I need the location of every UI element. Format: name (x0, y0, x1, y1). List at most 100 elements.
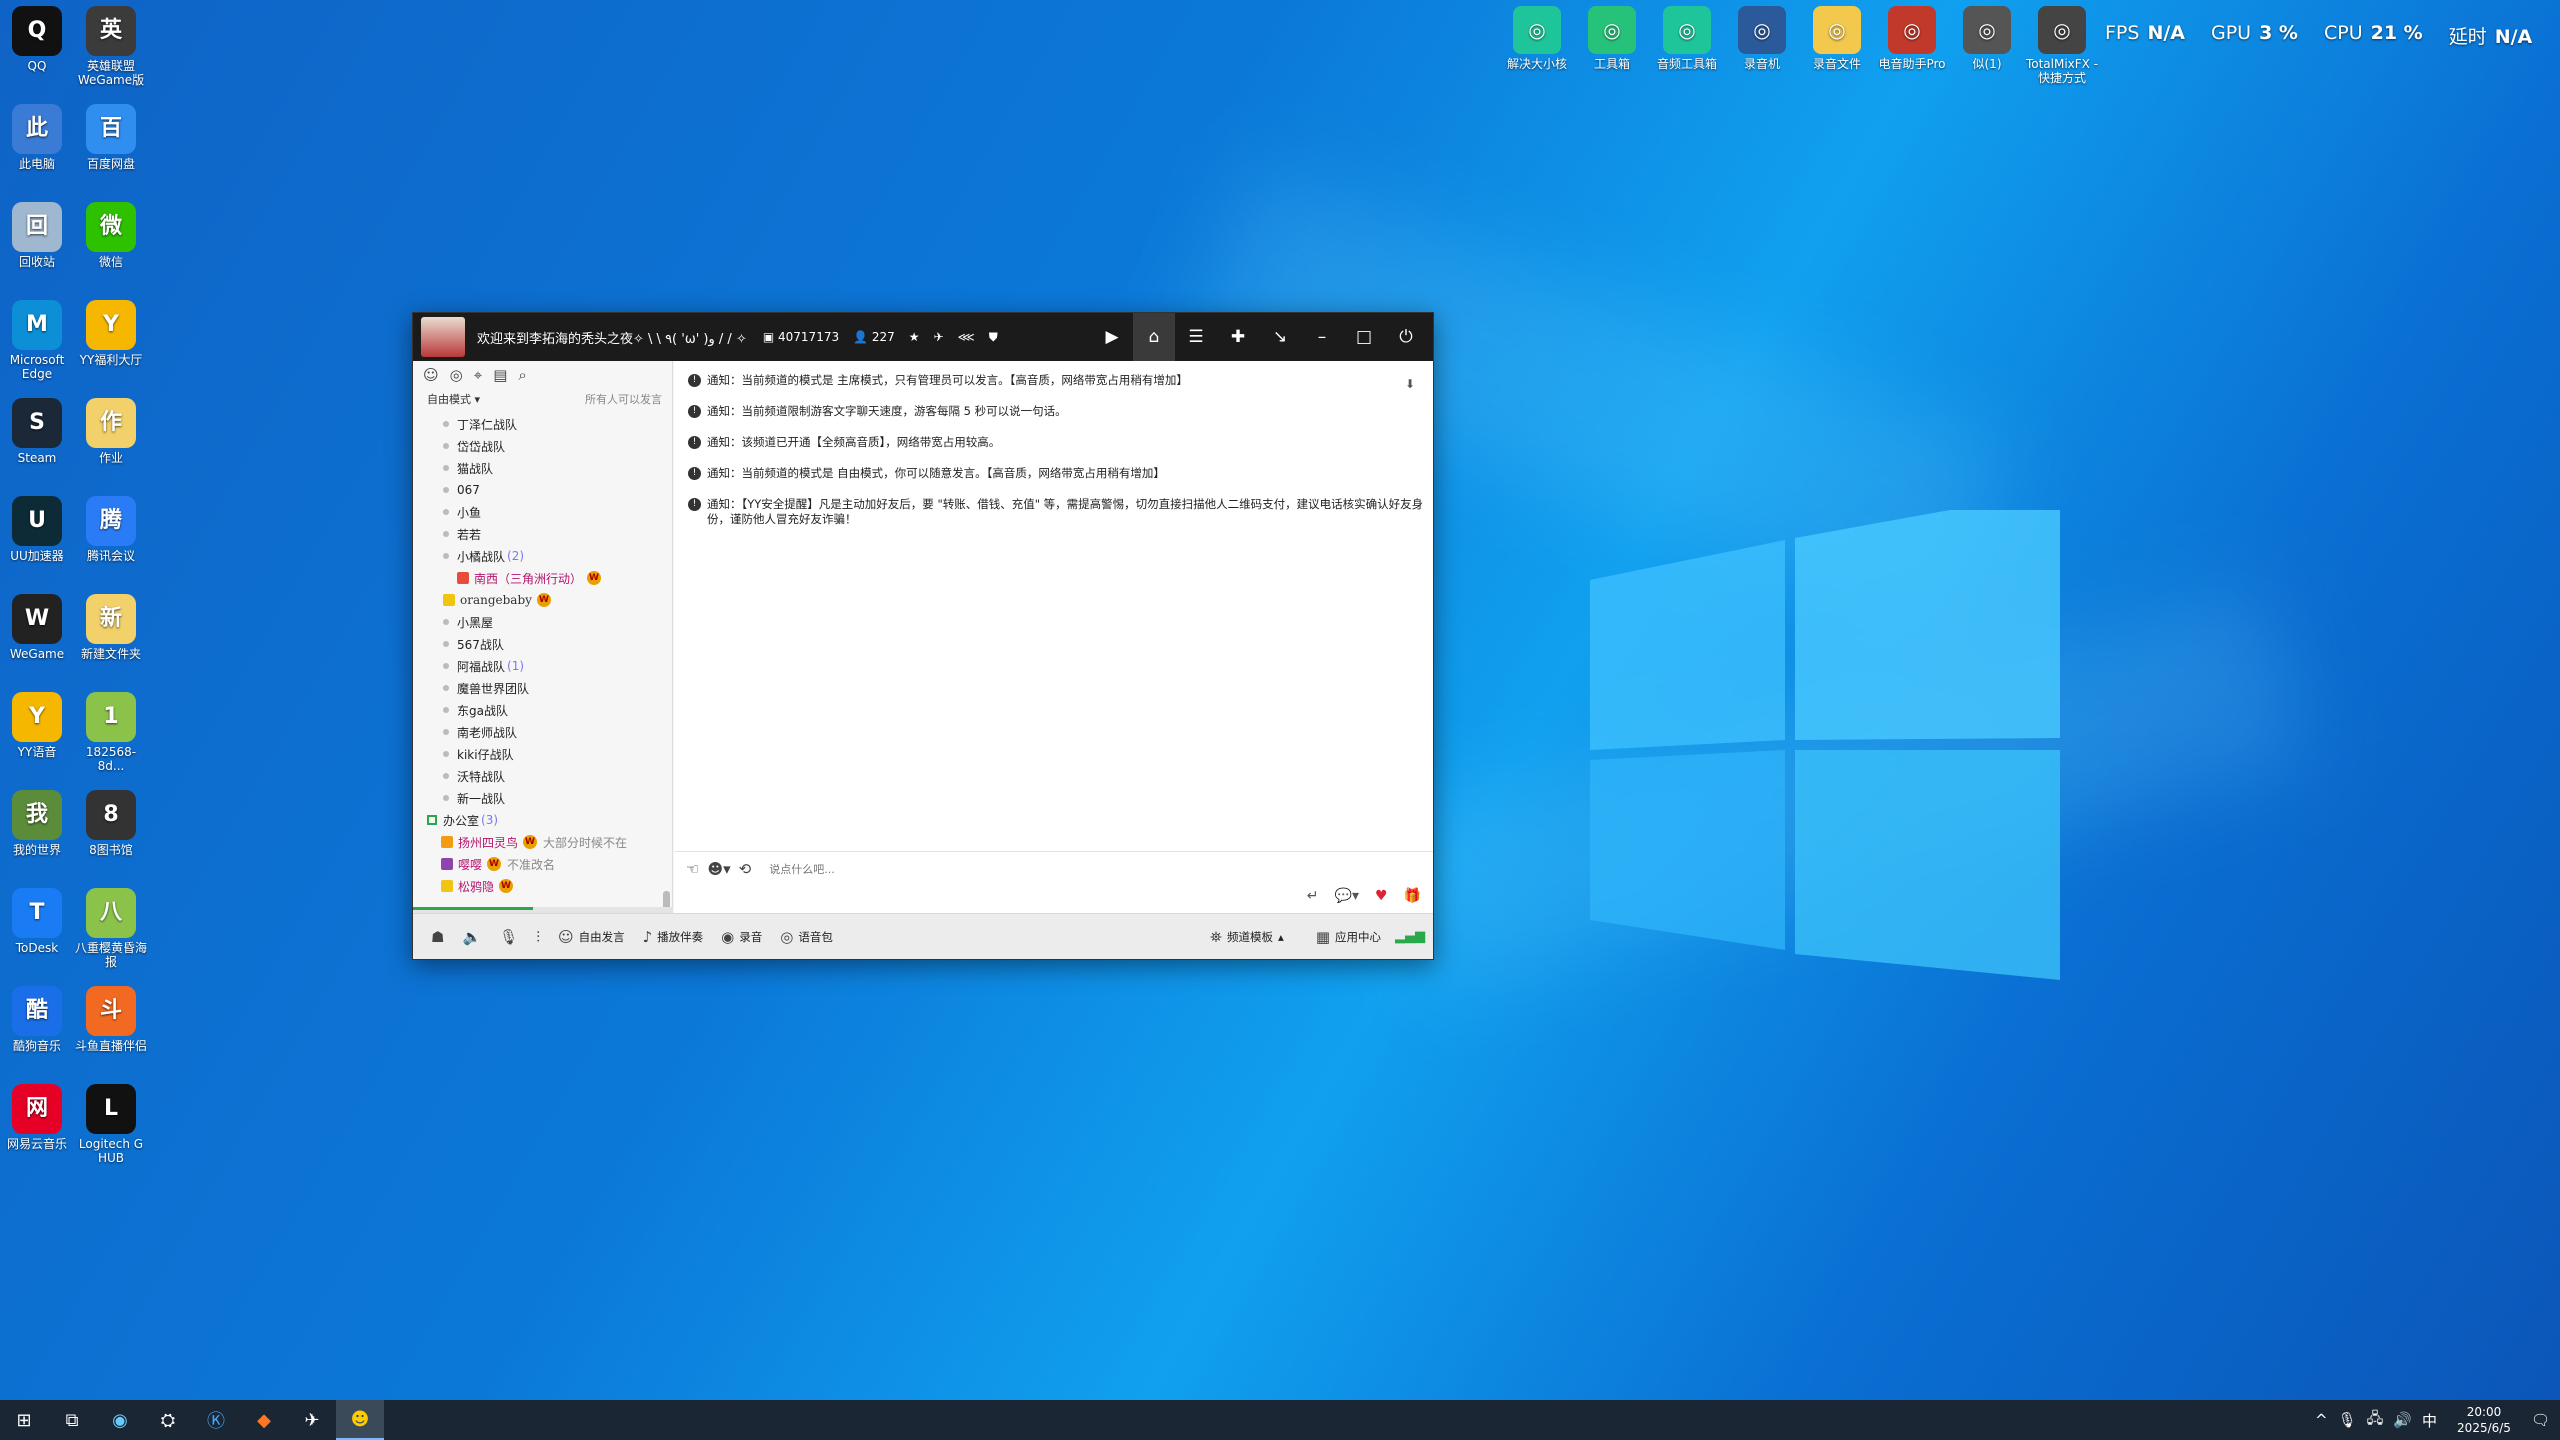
channel-item[interactable]: 567战队 (413, 633, 663, 655)
member-item[interactable]: 扬州四灵鸟 W 大部分时候不在 (413, 831, 663, 853)
free-speak-button[interactable]: ☺ 自由发言 (558, 928, 625, 946)
record-button[interactable]: ◉ 录音 (721, 928, 762, 946)
desktop-icon[interactable]: 新新建文件夹 (74, 594, 148, 661)
desktop-icon[interactable]: 酷酷狗音乐 (0, 986, 74, 1053)
desktop-icon[interactable]: 斗斗鱼直播伴侣 (74, 986, 148, 1053)
gift-icon[interactable]: 🎁 (1404, 888, 1421, 904)
plane-icon[interactable]: ✈ (934, 330, 944, 344)
maximize-icon[interactable]: □ (1343, 313, 1385, 361)
channel-item[interactable]: 小鱼 (413, 501, 663, 523)
channel-item[interactable]: 新一战队 (413, 787, 663, 809)
top-shortcut-icon[interactable]: ◎ 录音机 (1725, 6, 1799, 71)
top-shortcut-icon[interactable]: ◎ 录音文件 (1800, 6, 1874, 71)
channel-item[interactable]: 岱岱战队 (413, 435, 663, 457)
play-music-button[interactable]: ♪ 播放伴奏 (643, 928, 704, 946)
network-icon[interactable]: 🖧 (2367, 1408, 2384, 1433)
notification-icon[interactable]: 🗨 (2531, 1411, 2550, 1429)
douyu-taskbar-icon[interactable]: ◆ (240, 1400, 288, 1440)
desktop-icon[interactable]: 八八重樱黄昏海报 (74, 888, 148, 969)
desktop-icon[interactable]: 我我的世界 (0, 790, 74, 857)
desktop-icon[interactable]: 百百度网盘 (74, 104, 148, 171)
gamepad-icon[interactable]: ✚ (1217, 313, 1259, 361)
plane-taskbar-icon[interactable]: ✈ (288, 1400, 336, 1440)
kugou-taskbar-icon[interactable]: Ⓚ (192, 1400, 240, 1440)
member-item[interactable]: 松鸦隐 W (413, 875, 663, 897)
enter-icon[interactable]: ↵ (1307, 888, 1319, 904)
member-item[interactable]: 嘤嘤 W 不准改名 (413, 853, 663, 875)
desktop-icon[interactable]: L Logitech G HUB (74, 1084, 148, 1165)
start-icon[interactable]: ⊞ (0, 1400, 48, 1440)
desktop-icon[interactable]: U UU加速器 (0, 496, 74, 563)
channel-item[interactable]: 小黑屋 (413, 611, 663, 633)
yy-taskbar-icon[interactable]: ☻ (336, 1400, 384, 1440)
arrow-icon[interactable]: ↘ (1259, 313, 1301, 361)
desktop-icon[interactable]: 作作业 (74, 398, 148, 465)
desktop-icon[interactable]: 1 182568-8d... (74, 692, 148, 773)
channel-avatar[interactable] (421, 317, 465, 357)
share-icon[interactable]: ⋘ (958, 330, 975, 344)
bubble-icon[interactable]: 💬▾ (1335, 888, 1359, 904)
home-icon[interactable]: ⌂ (1133, 313, 1175, 361)
volume-icon[interactable]: 🔊 (2393, 1411, 2412, 1429)
desktop-icon[interactable]: 回回收站 (0, 202, 74, 269)
channel-item[interactable]: kiki仔战队 (413, 743, 663, 765)
channel-item[interactable]: orangebaby W (413, 589, 663, 611)
message-input[interactable] (769, 862, 1170, 876)
channel-item[interactable]: 若若 (413, 523, 663, 545)
channel-item[interactable]: 丁泽仁战队 (413, 413, 663, 435)
desktop-icon[interactable]: 微微信 (74, 202, 148, 269)
desktop-icon[interactable]: W WeGame (0, 594, 74, 661)
channel-item[interactable]: 沃特战队 (413, 765, 663, 787)
desktop-icon[interactable]: Q QQ (0, 6, 74, 73)
power-icon[interactable]: ⏻ (1385, 313, 1427, 361)
top-shortcut-icon[interactable]: ◎ 工具箱 (1575, 6, 1649, 71)
list-icon[interactable]: ☰ (1175, 313, 1217, 361)
desktop-icon[interactable]: Y YY福利大厅 (74, 300, 148, 367)
steam-taskbar-icon[interactable]: ⛭ (144, 1400, 192, 1440)
top-shortcut-icon[interactable]: ◎ 电音助手Pro (1875, 6, 1949, 71)
top-shortcut-icon[interactable]: ◎ 音频工具箱 (1650, 6, 1724, 71)
desktop-icon[interactable]: 腾腾讯会议 (74, 496, 148, 563)
channel-item[interactable]: 猫战队 (413, 457, 663, 479)
channel-template-button[interactable]: ⛯ 频道模板 ▴ (1210, 928, 1284, 946)
video-icon[interactable]: ▶ (1091, 313, 1133, 361)
channel-item[interactable]: 阿福战队 (1) (413, 655, 663, 677)
voice-pack-button[interactable]: ◎ 语音包 (780, 928, 833, 946)
channel-item[interactable]: 南老师战队 (413, 721, 663, 743)
channel-item[interactable]: 魔兽世界团队 (413, 677, 663, 699)
ime-indicator[interactable]: 中 (2422, 1410, 2437, 1431)
scroll-down-icon[interactable]: ⬇ (1405, 377, 1421, 393)
yy-title-bar[interactable]: 欢迎来到李拓海的秃头之夜✧ \ \ ٩( 'ω' )و / / ✧ ▣ 4071… (413, 313, 1433, 361)
tray-up-icon[interactable]: ^ (2315, 1411, 2328, 1429)
history-icon[interactable]: ⟲ (739, 860, 752, 878)
avatar-icon[interactable]: ☗ (431, 928, 444, 946)
mixer-icon[interactable]: ⫶ (536, 928, 540, 946)
mic-icon[interactable]: 🎙 (499, 928, 518, 946)
desktop-icon[interactable]: M Microsoft Edge (0, 300, 74, 381)
app-center-button[interactable]: ▦ 应用中心 (1316, 928, 1381, 946)
top-shortcut-icon[interactable]: ◎ 似(1) (1950, 6, 2024, 71)
minimize-icon[interactable]: – (1301, 313, 1343, 361)
channel-item[interactable]: 小橘战队 (2) (413, 545, 663, 567)
search-icon[interactable]: ⌕ (518, 366, 526, 384)
channel-item[interactable]: 067 (413, 479, 663, 501)
tray-mic-icon[interactable]: 🎙 (2338, 1411, 2357, 1429)
desktop-icon[interactable]: T ToDesk (0, 888, 74, 955)
top-shortcut-icon[interactable]: ◎ 解决大小核 (1500, 6, 1574, 71)
favorite-icon[interactable]: ★ (909, 330, 920, 344)
desktop-icon[interactable]: Y YY语音 (0, 692, 74, 759)
uu-taskbar-icon[interactable]: ◉ (96, 1400, 144, 1440)
channel-item[interactable]: 办公室 (3) (413, 809, 663, 831)
desktop-icon[interactable]: 此此电脑 (0, 104, 74, 171)
location-icon[interactable]: ⌖ (474, 366, 482, 384)
emoji-icon[interactable]: ☻▾ (707, 860, 730, 878)
gesture-icon[interactable]: ☜ (686, 860, 699, 878)
channel-item[interactable]: 南西（三角洲行动） W (413, 567, 663, 589)
mic-rose-icon[interactable]: ♥ (1375, 888, 1388, 904)
desktop-icon[interactable]: 8 8图书馆 (74, 790, 148, 857)
desktop-icon[interactable]: 英英雄联盟 WeGame版 (74, 6, 148, 87)
shield-icon[interactable]: ⛊ (989, 330, 998, 345)
clock[interactable]: 20:00 2025/6/5 (2457, 1404, 2511, 1436)
channel-item[interactable]: 东ga战队 (413, 699, 663, 721)
desktop-icon[interactable]: 网网易云音乐 (0, 1084, 74, 1151)
